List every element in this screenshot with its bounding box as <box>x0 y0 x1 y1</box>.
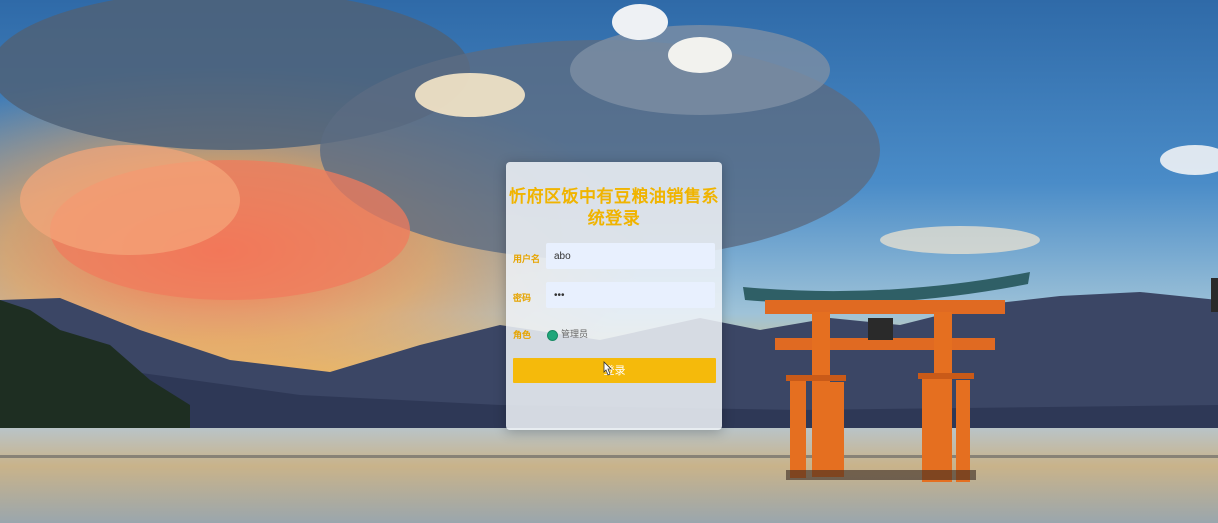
username-label: 用户名 <box>513 255 541 265</box>
role-radio-admin[interactable] <box>547 330 558 341</box>
role-label: 角色 <box>513 331 532 341</box>
login-card: 忻府区饭中有豆粮油销售系统登录 用户名 密码 角色 管理员 登录 <box>506 162 722 430</box>
login-button[interactable]: 登录 <box>513 358 716 383</box>
role-option-label: 管理员 <box>561 330 589 340</box>
username-input[interactable] <box>546 243 715 269</box>
password-input[interactable] <box>546 282 715 308</box>
password-label: 密码 <box>513 294 532 304</box>
cursor-icon <box>603 361 612 376</box>
side-edge-tab <box>1211 278 1218 312</box>
login-title: 忻府区饭中有豆粮油销售系统登录 <box>509 187 719 229</box>
